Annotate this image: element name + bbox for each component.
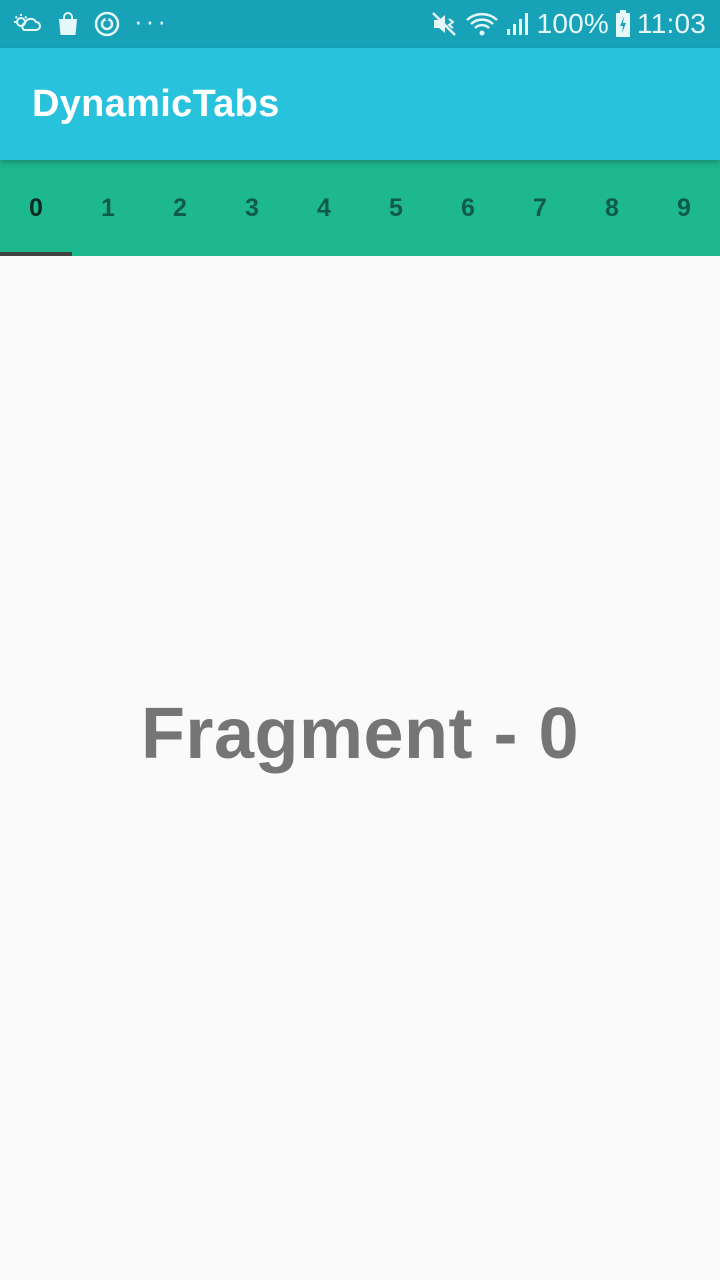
tab-label: 6 <box>461 193 475 222</box>
tab-4[interactable]: 4 <box>288 160 360 256</box>
tab-7[interactable]: 7 <box>504 160 576 256</box>
fragment-content: Fragment - 0 <box>0 256 720 1280</box>
tab-8[interactable]: 8 <box>576 160 648 256</box>
status-bar: ··· 100% 11:03 <box>0 0 720 48</box>
clock: 11:03 <box>637 8 706 39</box>
fragment-label: Fragment - 0 <box>140 694 580 774</box>
tab-label: 3 <box>245 193 259 222</box>
tab-1[interactable]: 1 <box>72 160 144 256</box>
tab-3[interactable]: 3 <box>216 160 288 256</box>
signal-icon <box>505 11 531 37</box>
tab-label: 8 <box>605 193 619 222</box>
status-bar-right: 100% 11:03 <box>425 8 706 40</box>
weather-icon <box>12 12 42 36</box>
tab-0[interactable]: 0 <box>0 160 72 256</box>
sync-icon <box>94 11 120 37</box>
shopping-bag-icon <box>56 11 80 37</box>
tab-label: 7 <box>533 193 547 222</box>
tab-bar: 0 1 2 3 4 5 6 7 8 9 <box>0 160 720 256</box>
mute-icon <box>431 11 459 37</box>
status-bar-left: ··· <box>12 6 169 37</box>
tab-label: 4 <box>317 193 331 222</box>
tab-2[interactable]: 2 <box>144 160 216 256</box>
battery-icon <box>615 10 631 38</box>
tab-6[interactable]: 6 <box>432 160 504 256</box>
wifi-icon <box>465 11 499 37</box>
app-title: DynamicTabs <box>32 82 280 125</box>
tab-label: 2 <box>173 193 187 222</box>
tab-label: 1 <box>101 193 115 222</box>
more-notifications-indicator: ··· <box>134 6 169 36</box>
tab-9[interactable]: 9 <box>648 160 720 256</box>
tab-label: 5 <box>389 193 403 222</box>
battery-percentage: 100% <box>536 8 609 39</box>
tab-label: 0 <box>29 193 43 222</box>
app-bar: DynamicTabs <box>0 48 720 160</box>
tab-label: 9 <box>677 193 691 222</box>
tab-5[interactable]: 5 <box>360 160 432 256</box>
